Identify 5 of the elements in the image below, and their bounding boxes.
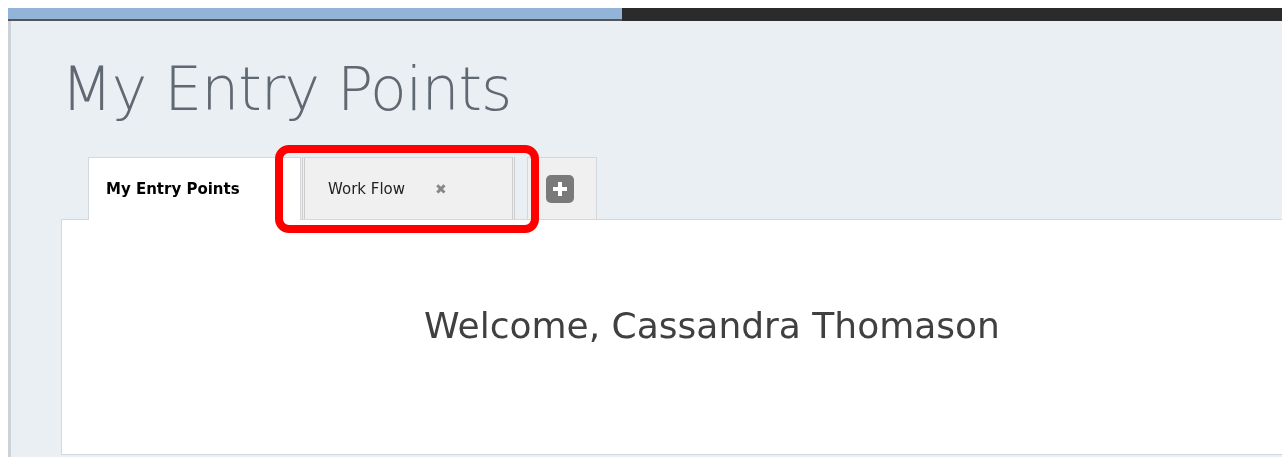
tab[interactable]: Work Flow ✖	[302, 157, 515, 219]
plus-icon	[546, 174, 574, 203]
tab[interactable]: My Entry Points	[88, 157, 301, 220]
page-title: My Entry Points	[61, 53, 512, 126]
welcome-text: Welcome, Cassandra Thomason	[423, 305, 1000, 348]
